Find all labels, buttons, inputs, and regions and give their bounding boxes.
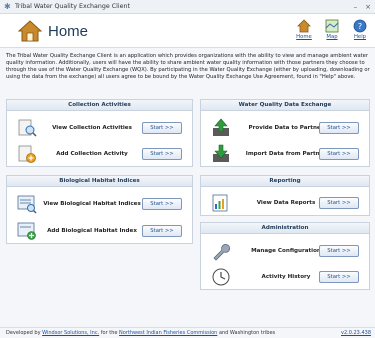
reporting-panel: Reporting View Data Reports Start >> bbox=[200, 175, 370, 216]
window-controls: – × bbox=[354, 3, 371, 11]
add-collection-activity-start-button[interactable]: Start >> bbox=[142, 148, 182, 160]
add-document-icon bbox=[18, 145, 36, 163]
view-index-icon bbox=[17, 195, 37, 214]
list-item: View Data Reports Start >> bbox=[201, 191, 369, 215]
map-icon bbox=[325, 19, 339, 33]
toolbar-map[interactable]: Map bbox=[321, 19, 343, 40]
panel-title: Biological Habitat Indices bbox=[7, 176, 192, 187]
view-habitat-indices-label: View Biological Habitat Indices bbox=[43, 200, 141, 207]
app-icon: ✱ bbox=[4, 1, 11, 11]
help-icon: ? bbox=[353, 19, 367, 33]
clock-icon bbox=[212, 268, 230, 286]
toolbar-home[interactable]: Home bbox=[293, 19, 315, 40]
habitat-indices-panel: Biological Habitat Indices View Biologic… bbox=[6, 175, 193, 244]
toolbar: Home Map ? Help bbox=[293, 19, 371, 40]
panel-title: Reporting bbox=[201, 176, 369, 187]
page-title: Home bbox=[48, 23, 89, 40]
add-habitat-index-label: Add Biological Habitat Index bbox=[47, 227, 137, 234]
import-data-start-button[interactable]: Start >> bbox=[319, 148, 359, 160]
minimize-button[interactable]: – bbox=[354, 3, 358, 11]
view-collection-activities-label: View Collection Activities bbox=[52, 124, 132, 131]
activity-history-start-button[interactable]: Start >> bbox=[319, 271, 359, 283]
manage-configuration-start-button[interactable]: Start >> bbox=[319, 245, 359, 257]
data-exchange-panel: Water Quality Data Exchange Provide Data… bbox=[200, 99, 370, 167]
list-item: Manage Configuration Start >> bbox=[201, 239, 369, 263]
list-item: Add Biological Habitat Index Start >> bbox=[7, 219, 192, 243]
toolbar-help[interactable]: ? Help bbox=[349, 19, 371, 40]
add-index-icon bbox=[17, 222, 36, 240]
upload-icon bbox=[213, 118, 229, 136]
list-item: Import Data from Partner Start >> bbox=[201, 142, 369, 166]
panel-title: Collection Activities bbox=[7, 100, 192, 111]
report-icon bbox=[212, 194, 228, 212]
toolbar-help-label[interactable]: Help bbox=[354, 34, 366, 40]
developer-link[interactable]: Windsor Solutions, Inc. bbox=[42, 330, 99, 336]
home-icon bbox=[297, 19, 311, 33]
search-document-icon bbox=[18, 119, 37, 137]
panel-title: Water Quality Data Exchange bbox=[201, 100, 369, 111]
list-item: View Collection Activities Start >> bbox=[7, 116, 192, 140]
window-titlebar: ✱ Tribal Water Quality Exchange Client –… bbox=[0, 0, 375, 14]
page-header: Home Home Map ? Help bbox=[0, 14, 375, 48]
footer-middle: for the bbox=[100, 330, 118, 336]
administration-panel: Administration Manage Configuration Star… bbox=[200, 222, 370, 290]
list-item: Add Collection Activity Start >> bbox=[7, 142, 192, 166]
toolbar-map-label[interactable]: Map bbox=[326, 34, 337, 40]
footer-suffix: and Washington tribes bbox=[218, 330, 276, 336]
home-icon bbox=[18, 20, 42, 42]
footer-prefix: Developed by bbox=[6, 330, 41, 336]
panel-title: Administration bbox=[201, 223, 369, 234]
footer: Developed by Windsor Solutions, Inc. for… bbox=[0, 327, 375, 338]
close-button[interactable]: × bbox=[365, 3, 371, 11]
commission-link[interactable]: Northwest Indian Fisheries Commission bbox=[119, 330, 217, 336]
list-item: Provide Data to Partner Start >> bbox=[201, 116, 369, 140]
version-link[interactable]: v2.0.23.438 bbox=[341, 328, 371, 338]
view-data-reports-start-button[interactable]: Start >> bbox=[319, 197, 359, 209]
intro-text: The Tribal Water Quality Exchange Client… bbox=[6, 53, 370, 80]
wrench-icon bbox=[213, 243, 231, 261]
toolbar-home-label[interactable]: Home bbox=[296, 34, 312, 40]
list-item: View Biological Habitat Indices Start >> bbox=[7, 192, 192, 216]
add-collection-activity-label: Add Collection Activity bbox=[56, 150, 128, 157]
list-item: Activity History Start >> bbox=[201, 265, 369, 289]
window-title: Tribal Water Quality Exchange Client bbox=[15, 3, 130, 10]
view-collection-activities-start-button[interactable]: Start >> bbox=[142, 122, 182, 134]
svg-text:?: ? bbox=[358, 22, 362, 31]
download-icon bbox=[213, 144, 229, 162]
provide-data-start-button[interactable]: Start >> bbox=[319, 122, 359, 134]
collection-activities-panel: Collection Activities View Collection Ac… bbox=[6, 99, 193, 167]
view-habitat-indices-start-button[interactable]: Start >> bbox=[142, 198, 182, 210]
add-habitat-index-start-button[interactable]: Start >> bbox=[142, 225, 182, 237]
